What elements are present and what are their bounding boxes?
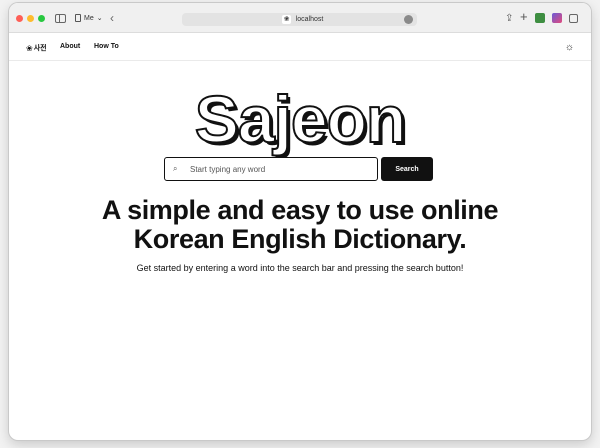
minimize-window-button[interactable] xyxy=(27,15,34,22)
headline: A simple and easy to use online Korean E… xyxy=(9,196,591,254)
headline-line-2: Korean English Dictionary. xyxy=(133,224,467,254)
chevron-down-icon: ⌄ xyxy=(96,15,103,22)
close-window-button[interactable] xyxy=(16,15,23,22)
tab-overview-icon[interactable] xyxy=(569,14,578,23)
site-logo: Sajeon xyxy=(194,81,407,157)
new-tab-icon[interactable]: + xyxy=(520,9,528,24)
flower-icon: ❀ xyxy=(26,43,33,53)
browser-window: Me ⌄ ‹ ❀ localhost ⇪ + ❀ 사전 About How To… xyxy=(9,3,591,440)
brand-label: 사전 xyxy=(33,45,47,52)
profile-menu[interactable]: Me ⌄ xyxy=(75,12,103,24)
extension-icon[interactable] xyxy=(535,13,545,23)
intro-text: Get started by entering a word into the … xyxy=(136,263,464,273)
site-navbar: ❀ 사전 About How To ☼ xyxy=(9,33,591,61)
url-text: localhost xyxy=(295,16,324,23)
browser-toolbar: Me ⌄ ‹ ❀ localhost ⇪ + xyxy=(9,3,591,33)
nav-link-about[interactable]: About xyxy=(60,43,80,50)
address-bar[interactable]: ❀ localhost xyxy=(182,13,417,26)
site-favicon-icon: ❀ xyxy=(282,15,291,24)
search-box: ⌕ xyxy=(164,157,378,181)
sun-icon[interactable]: ☼ xyxy=(564,42,575,53)
profile-label: Me xyxy=(84,14,94,22)
brand-link[interactable]: ❀ 사전 xyxy=(26,43,47,53)
search-input[interactable] xyxy=(190,161,370,177)
search-button[interactable]: Search xyxy=(381,157,433,181)
nav-link-how-to[interactable]: How To xyxy=(94,43,119,50)
extension-icon[interactable] xyxy=(552,13,562,23)
sidebar-toggle-icon[interactable] xyxy=(55,14,66,23)
reload-icon[interactable] xyxy=(404,15,413,24)
profile-icon xyxy=(75,14,81,22)
search-icon: ⌕ xyxy=(173,164,178,173)
share-icon[interactable]: ⇪ xyxy=(505,12,513,24)
headline-line-1: A simple and easy to use online xyxy=(101,195,499,225)
maximize-window-button[interactable] xyxy=(38,15,45,22)
search-form: ⌕ Search xyxy=(164,157,434,181)
back-icon[interactable]: ‹ xyxy=(110,11,114,25)
